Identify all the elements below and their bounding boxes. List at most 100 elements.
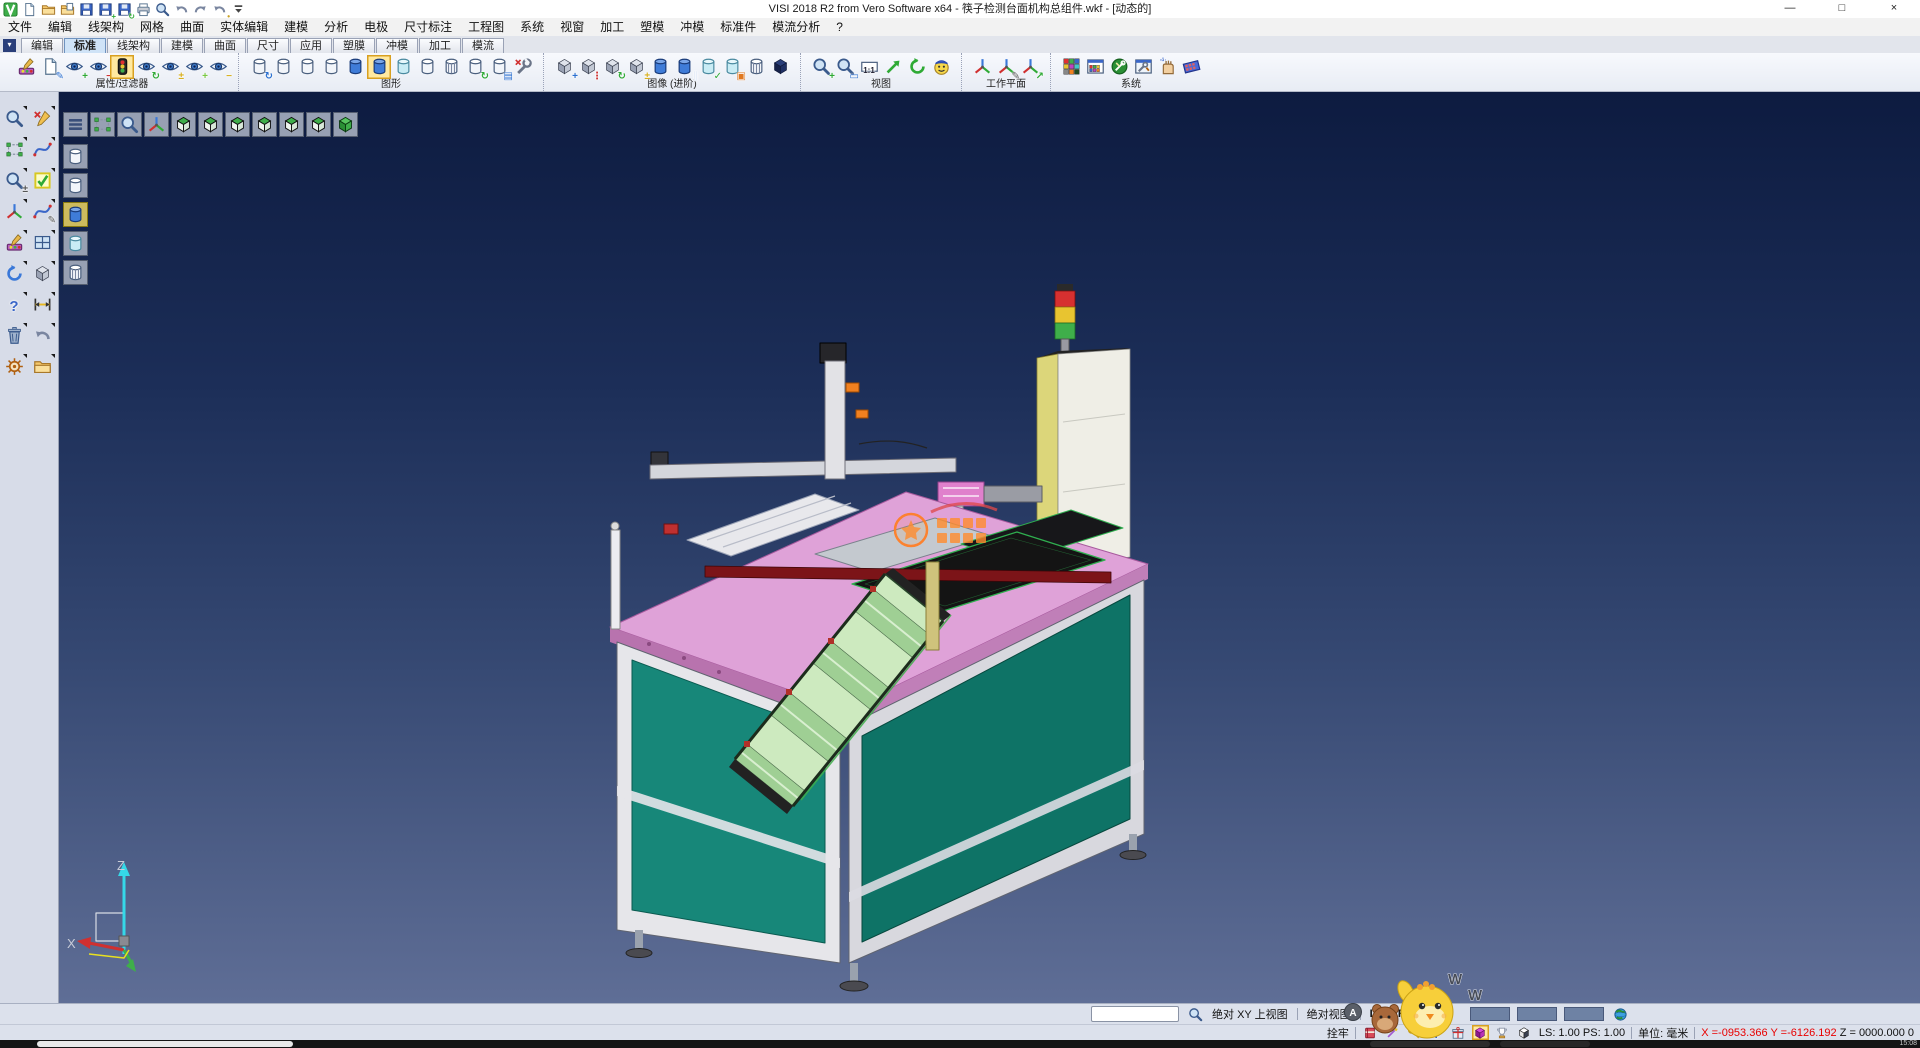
tab-menu-button[interactable]: ▾: [3, 39, 16, 52]
view-iso-icon[interactable]: [333, 112, 358, 137]
toolbar-options-chevron-icon[interactable]: [230, 1, 247, 18]
license-key-icon[interactable]: [1406, 1025, 1423, 1040]
pick-options-icon[interactable]: [1155, 55, 1179, 79]
options-window-icon[interactable]: [1131, 55, 1155, 79]
tab-die[interactable]: 冲模: [376, 38, 418, 53]
save-icon[interactable]: [78, 1, 95, 18]
help-context-icon[interactable]: ?: [1428, 1025, 1445, 1040]
tab-edit[interactable]: 编辑: [21, 38, 63, 53]
redo-icon[interactable]: [192, 1, 209, 18]
menu-machining[interactable]: 加工: [592, 18, 632, 36]
solid-hatched-icon[interactable]: [744, 55, 768, 79]
undo-history-icon[interactable]: •: [211, 1, 228, 18]
taskbar-segment[interactable]: [37, 1041, 293, 1047]
hide-remove-icon[interactable]: −: [86, 55, 110, 79]
session-trophy-icon[interactable]: [1494, 1025, 1511, 1040]
ucs-axes-icon[interactable]: [2, 199, 26, 223]
viewport-menu-icon[interactable]: [63, 112, 88, 137]
workplane-edit-icon[interactable]: ✎: [994, 55, 1018, 79]
new-file-icon[interactable]: [21, 1, 38, 18]
zoom-in-icon[interactable]: +: [809, 55, 833, 79]
view-orient-icon[interactable]: [929, 55, 953, 79]
menu-window[interactable]: 视窗: [552, 18, 592, 36]
zoom-window-icon[interactable]: [90, 112, 115, 137]
active-layer-label[interactable]: LAYER0: [1370, 1008, 1412, 1020]
adv-filter-icon[interactable]: ⋮: [576, 55, 600, 79]
mode-hatched-icon[interactable]: [63, 260, 88, 285]
print-icon[interactable]: [135, 1, 152, 18]
system-settings-icon[interactable]: [1107, 55, 1131, 79]
units-readout[interactable]: 单位: 毫米: [1638, 1025, 1688, 1041]
axo-axes-icon[interactable]: [144, 112, 169, 137]
menu-analysis[interactable]: 分析: [316, 18, 356, 36]
display-half-icon[interactable]: [1516, 1025, 1533, 1040]
translucent-display-icon[interactable]: [391, 55, 415, 79]
attributes-paint-icon[interactable]: [2, 230, 26, 254]
tab-wireframe[interactable]: 线架构: [107, 38, 160, 53]
annotate-pen-icon[interactable]: [1384, 1025, 1401, 1040]
view-swatch-1[interactable]: [1470, 1007, 1510, 1021]
flat-display-icon[interactable]: [415, 55, 439, 79]
zoom-dynamic-icon[interactable]: ±: [2, 168, 26, 192]
solid-check-icon[interactable]: ✓: [696, 55, 720, 79]
menu-modeling[interactable]: 建模: [276, 18, 316, 36]
viewport-panes-icon[interactable]: [30, 230, 54, 254]
regenerate-icon[interactable]: [2, 261, 26, 285]
menu-file[interactable]: 文件: [0, 18, 40, 36]
tab-standard[interactable]: 标准: [64, 38, 106, 53]
menu-standard-parts[interactable]: 标准件: [712, 18, 764, 36]
tab-machining[interactable]: 加工: [419, 38, 461, 53]
menu-drawing[interactable]: 工程图: [460, 18, 512, 36]
menu-moldflow[interactable]: 模流分析: [764, 18, 828, 36]
menu-surface[interactable]: 曲面: [172, 18, 212, 36]
shaded-display-icon[interactable]: [343, 55, 367, 79]
search-input[interactable]: [1091, 1006, 1179, 1022]
mode-translucent-icon[interactable]: [63, 231, 88, 256]
absolute-view-label[interactable]: 绝对视图: [1307, 1006, 1351, 1022]
solid-info-icon[interactable]: [1472, 1025, 1489, 1040]
zoom-1to1-icon[interactable]: 1:1: [857, 55, 881, 79]
erase-entity-icon[interactable]: [30, 106, 54, 130]
print-preview-icon[interactable]: [154, 1, 171, 18]
save-as-icon[interactable]: +: [97, 1, 114, 18]
zoom-extents-icon[interactable]: [881, 55, 905, 79]
grid-settings-icon[interactable]: [1179, 55, 1203, 79]
measure-distance-icon[interactable]: [30, 292, 54, 316]
tab-flow[interactable]: 模流: [462, 38, 504, 53]
filter-traffic-light-icon[interactable]: [110, 55, 134, 79]
selection-box-icon[interactable]: [2, 137, 26, 161]
menu-wireframe[interactable]: 线架构: [80, 18, 132, 36]
view-back-icon[interactable]: [225, 112, 250, 137]
search-icon[interactable]: [1188, 1007, 1203, 1022]
globe-icon[interactable]: [1613, 1007, 1628, 1022]
copy-file-icon[interactable]: [59, 1, 76, 18]
render-solid-icon[interactable]: [768, 55, 792, 79]
view-top-icon[interactable]: [171, 112, 196, 137]
file-export-icon[interactable]: [30, 354, 54, 378]
display-settings-icon[interactable]: [511, 55, 535, 79]
hide-all-icon[interactable]: −: [206, 55, 230, 79]
workplane-align-icon[interactable]: ↗: [1018, 55, 1042, 79]
attributes-edit-icon[interactable]: [14, 55, 38, 79]
solid-shaded-icon[interactable]: [648, 55, 672, 79]
color-table-icon[interactable]: [1059, 55, 1083, 79]
confirm-check-icon[interactable]: [30, 168, 54, 192]
adv-regen-icon[interactable]: ↻: [600, 55, 624, 79]
visibility-refresh-icon[interactable]: ↻: [134, 55, 158, 79]
adv-show-icon[interactable]: +: [552, 55, 576, 79]
modify-curve-icon[interactable]: ✎: [30, 199, 54, 223]
save-all-icon[interactable]: ↻: [116, 1, 133, 18]
regen-display-icon[interactable]: ↻: [247, 55, 271, 79]
lock-toggle-label[interactable]: 拴牢: [1327, 1025, 1349, 1041]
wireframe-display-icon[interactable]: [271, 55, 295, 79]
viewport-3d[interactable]: Z X: [59, 92, 1920, 1003]
display-copy-icon[interactable]: ▤: [487, 55, 511, 79]
clip-plane-icon[interactable]: ▣: [720, 55, 744, 79]
workplane-create-icon[interactable]: [970, 55, 994, 79]
view-swatch-2[interactable]: [1517, 1007, 1557, 1021]
attributes-query-icon[interactable]: ✎: [38, 55, 62, 79]
tab-modeling[interactable]: 建模: [161, 38, 203, 53]
delete-trash-icon[interactable]: [2, 323, 26, 347]
app-logo-visi[interactable]: [2, 1, 19, 18]
solid-striped-icon[interactable]: ∥: [672, 55, 696, 79]
